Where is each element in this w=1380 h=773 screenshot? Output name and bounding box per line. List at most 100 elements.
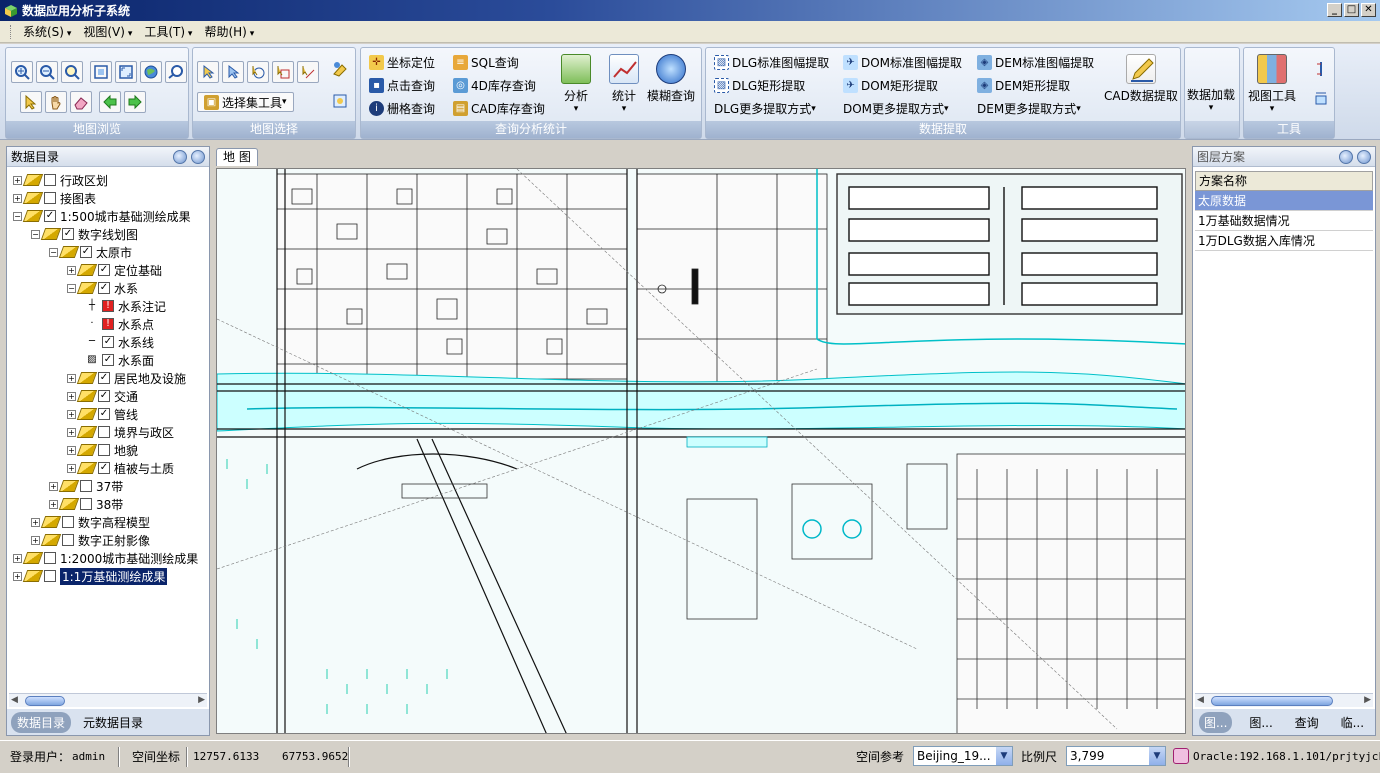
tree-node[interactable]: − ✓ 太原市 [49,243,132,261]
measure-area-icon[interactable] [1310,88,1332,110]
tree-node[interactable]: +38带 [49,495,123,513]
cad-extract-button[interactable]: CAD数据提取 [1104,54,1178,104]
layer-checkbox[interactable]: ! [102,318,114,330]
tab-layer[interactable]: 图... [1198,711,1233,733]
collapse-icon[interactable]: − [49,247,58,257]
expand-icon[interactable]: + [67,373,76,383]
layer-checkbox[interactable] [44,552,56,564]
chevron-down-icon[interactable]: ▼ [1149,747,1165,765]
clear-select-icon[interactable] [329,58,351,80]
collapse-icon[interactable]: − [31,229,40,239]
map-canvas[interactable] [216,168,1186,734]
tree-node[interactable]: + ✓ 管线 [67,405,138,423]
chevron-down-icon[interactable]: ▼ [996,747,1012,765]
scheme-row[interactable]: 1万基础数据情况 [1195,211,1373,231]
layer-checkbox[interactable]: ✓ [80,246,92,258]
select-set-tool-dropdown[interactable]: ▣ 选择集工具 [197,92,294,112]
layer-checkbox[interactable] [44,192,56,204]
select-circle-icon[interactable] [247,61,269,83]
dem-rect-extract-button[interactable]: ◈ DEM矩形提取 [977,77,1070,94]
dem-more-dropdown[interactable]: DEM更多提取方式 [977,100,1081,117]
raster-query-button[interactable]: i 栅格查询 [369,100,435,117]
pointer-icon[interactable] [20,91,42,113]
layer-checkbox[interactable]: ✓ [98,264,110,276]
tree-node[interactable]: ─ ✓ 水系线 [85,333,154,351]
pan-hand-icon[interactable] [45,91,67,113]
scroll-left-icon[interactable]: ◀ [11,695,18,705]
click-query-button[interactable]: ▪ 点击查询 [369,77,435,94]
coord-locate-button[interactable]: ✛ 坐标定位 [369,54,435,71]
layer-checkbox[interactable]: ✓ [102,336,114,348]
tree-node[interactable]: + ✓ 居民地及设施 [67,369,186,387]
spatial-ref-select[interactable]: Beijing_19... ▼ [913,746,1013,766]
tree-node[interactable]: +37带 [49,477,123,495]
tree-node[interactable]: + ✓ 植被与土质 [67,459,174,477]
expand-icon[interactable]: + [49,499,58,509]
dlg-rect-extract-button[interactable]: ▧ DLG矩形提取 [714,77,805,94]
panel-close-icon[interactable] [191,150,205,164]
select-rect-icon[interactable] [272,61,294,83]
layer-checkbox[interactable]: ✓ [62,228,74,240]
maximize-button[interactable]: □ [1344,3,1359,17]
expand-icon[interactable]: + [67,427,76,437]
expand-icon[interactable]: + [13,175,22,185]
select-polygon-icon[interactable] [222,61,244,83]
minimize-button[interactable]: _ [1327,3,1342,17]
cad-stock-query-button[interactable]: ▤ CAD库存查询 [453,100,545,117]
tree-node[interactable]: + 行政区划 [13,171,108,189]
eraser-icon[interactable] [70,91,92,113]
dlg-sheet-extract-button[interactable]: ▧ DLG标准图幅提取 [714,54,829,71]
zoom-back-icon[interactable] [165,61,187,83]
tab-query[interactable]: 查询 [1290,712,1324,733]
catalog-hscrollbar[interactable]: ◀ ▶ [9,693,207,707]
scheme-scroll-thumb[interactable] [1211,696,1333,706]
scheme-scroll-right-icon[interactable]: ▶ [1364,695,1371,705]
expand-icon[interactable]: + [67,265,76,275]
layer-checkbox[interactable]: ✓ [98,372,110,384]
sql-query-button[interactable]: ≡ SQL查询 [453,54,519,71]
tab-map[interactable]: 地 图 [216,148,258,166]
expand-icon[interactable]: + [31,535,40,545]
dom-more-dropdown[interactable]: DOM更多提取方式 [843,100,949,117]
expand-icon[interactable]: + [67,445,76,455]
tree-node[interactable]: + ✓ 交通 [67,387,138,405]
scheme-row[interactable]: 太原数据 [1195,191,1373,211]
layer-checkbox[interactable]: ✓ [98,282,110,294]
menu-system[interactable]: 系统(S) [23,23,71,40]
layer-checkbox[interactable]: ✓ [102,354,114,366]
expand-icon[interactable]: + [31,517,40,527]
scale-select[interactable]: 3,799 ▼ [1066,746,1166,766]
layer-checkbox[interactable] [44,174,56,186]
tree-node[interactable]: ┼! 水系注记 [85,297,166,315]
layer-checkbox[interactable]: ! [102,300,114,312]
tab-legend[interactable]: 图... [1244,712,1277,733]
select-export-icon[interactable] [329,90,351,112]
tree-node[interactable]: − ✓ 数字线划图 [31,225,138,243]
expand-icon[interactable]: + [49,481,58,491]
layer-checkbox[interactable] [80,480,92,492]
right-panel-close-icon[interactable] [1357,150,1371,164]
4d-stock-query-button[interactable]: ◎ 4D库存查询 [453,77,536,94]
zoom-out-icon[interactable] [36,61,58,83]
statistics-button[interactable]: 统计 ▾ [609,54,639,114]
tree-node[interactable]: +1:1万基础测绘成果 [13,567,168,585]
view-tools-button[interactable]: 视图工具 ▾ [1248,54,1296,114]
layer-checkbox[interactable]: ✓ [98,462,110,474]
fit-extent-icon[interactable] [115,61,137,83]
menu-tools[interactable]: 工具(T) [144,23,192,40]
layer-checkbox[interactable]: ✓ [44,210,56,222]
zoom-in-icon[interactable] [11,61,33,83]
layer-checkbox[interactable] [62,534,74,546]
expand-icon[interactable]: + [13,571,22,581]
dem-sheet-extract-button[interactable]: ◈ DEM标准图幅提取 [977,54,1094,71]
tree-node[interactable]: − ✓ 水系 [67,279,138,297]
layer-checkbox[interactable]: ✓ [98,408,110,420]
tree-node[interactable]: + 地貌 [67,441,138,459]
fuzzy-query-button[interactable]: 模糊查询 [647,54,695,104]
close-button[interactable]: ✕ [1361,3,1376,17]
layer-checkbox[interactable] [80,498,92,510]
tab-temp[interactable]: 临... [1336,712,1369,733]
tree-node[interactable]: − ✓ 1:500城市基础测绘成果 [13,207,191,225]
expand-icon[interactable]: + [67,391,76,401]
tree-node[interactable]: ·! 水系点 [85,315,154,333]
